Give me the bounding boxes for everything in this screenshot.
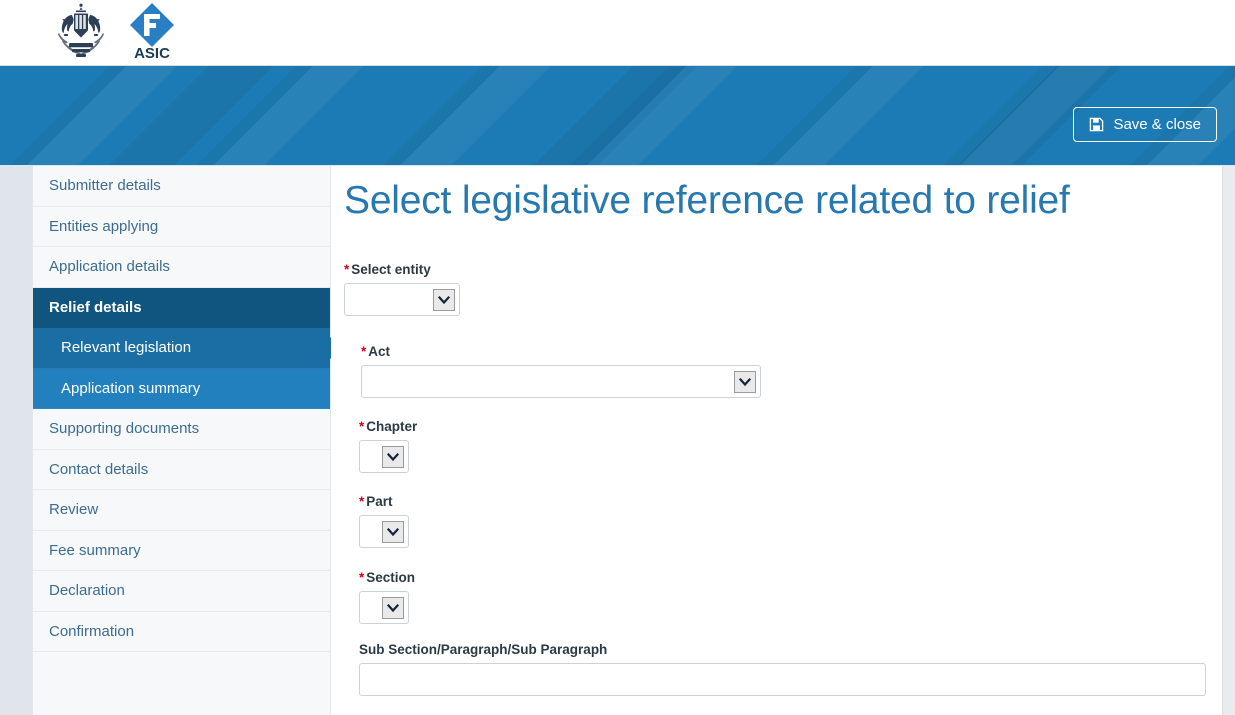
sidebar-filler [33, 652, 330, 712]
sidebar-item-label: Application summary [61, 379, 201, 397]
field-label-text: Sub Section/Paragraph/Sub Paragraph [359, 642, 608, 657]
required-asterisk-icon: * [359, 419, 365, 434]
save-and-close-button[interactable]: Save & close [1073, 107, 1217, 142]
field-label-act: * Act [361, 344, 761, 359]
banner-stripe-pattern-secondary [0, 66, 1235, 165]
field-group-subsection: Sub Section/Paragraph/Sub Paragraph [359, 642, 1206, 696]
sidebar-item-label: Submitter details [49, 177, 161, 195]
subsection-input[interactable] [359, 663, 1206, 696]
svg-text:ASIC: ASIC [134, 45, 170, 60]
field-group-chapter: * Chapter [359, 419, 417, 473]
sidebar-item-relief-details[interactable]: Relief details [33, 287, 330, 328]
field-label-text: Chapter [366, 419, 418, 434]
asic-logo-icon: ASIC [130, 3, 174, 60]
save-and-close-label: Save & close [1113, 116, 1201, 133]
chevron-down-icon [382, 445, 404, 468]
field-label-chapter: * Chapter [359, 419, 417, 434]
chevron-down-icon [382, 596, 404, 619]
sidebar-item-label: Relief details [49, 298, 142, 316]
field-label-text: Section [366, 570, 416, 585]
sidebar-item-application-details[interactable]: Application details [33, 247, 330, 288]
page-title: Select legislative reference related to … [344, 179, 1070, 222]
required-asterisk-icon: * [359, 570, 365, 585]
required-asterisk-icon: * [359, 494, 365, 509]
sidebar-item-label: Application details [49, 258, 170, 276]
brand-logo-group: ASIC [45, 2, 175, 60]
sidebar-item-label: Entities applying [49, 217, 159, 235]
field-label-text: Part [366, 494, 393, 509]
sidebar-item-label: Contact details [49, 460, 149, 478]
field-label-text: Select entity [351, 262, 431, 277]
sidebar-item-submitter-details[interactable]: Submitter details [33, 166, 330, 207]
field-label-part: * Part [359, 494, 409, 509]
sidebar-item-label: Review [49, 501, 99, 519]
act-dropdown[interactable] [361, 365, 761, 398]
sidebar-item-relevant-legislation[interactable]: Relevant legislation [33, 328, 342, 369]
sidebar-item-entities-applying[interactable]: Entities applying [33, 206, 330, 247]
field-group-part: * Part [359, 494, 409, 548]
sidebar-item-label: Declaration [49, 582, 125, 600]
save-floppy-icon [1090, 117, 1104, 132]
sidebar-item-confirmation[interactable]: Confirmation [33, 611, 330, 652]
field-group-section: * Section [359, 570, 415, 624]
sidebar-item-label: Confirmation [49, 622, 135, 640]
field-group-act: * Act [361, 344, 761, 398]
chevron-down-icon [734, 370, 756, 393]
part-dropdown[interactable] [359, 515, 409, 548]
application-step-sidebar: Submitter details Entities applying Appl… [32, 166, 342, 715]
field-label-subsection: Sub Section/Paragraph/Sub Paragraph [359, 642, 1206, 657]
field-label-text: Act [368, 344, 391, 359]
logo-bar: ASIC [0, 0, 1235, 66]
right-gutter [1222, 166, 1235, 715]
sidebar-item-label: Relevant legislation [61, 339, 192, 357]
sidebar-item-application-summary[interactable]: Application summary [33, 368, 330, 409]
page-banner: Save & close [0, 66, 1235, 165]
required-asterisk-icon: * [361, 344, 367, 359]
chevron-down-icon [433, 288, 455, 311]
sidebar-item-label: Fee summary [49, 541, 141, 559]
sidebar-item-fee-summary[interactable]: Fee summary [33, 530, 330, 571]
australian-coat-of-arms-icon [58, 3, 104, 57]
sidebar-item-contact-details[interactable]: Contact details [33, 449, 330, 490]
main-content: Select legislative reference related to … [331, 166, 1222, 715]
sidebar-item-label: Supporting documents [49, 420, 200, 438]
sidebar-item-declaration[interactable]: Declaration [33, 571, 330, 612]
select-entity-dropdown[interactable] [344, 283, 460, 316]
chapter-dropdown[interactable] [359, 440, 409, 473]
field-label-select-entity: * Select entity [344, 262, 460, 277]
sidebar-item-review[interactable]: Review [33, 490, 330, 531]
sidebar-item-supporting-documents[interactable]: Supporting documents [33, 409, 330, 450]
section-dropdown[interactable] [359, 591, 409, 624]
field-group-select-entity: * Select entity [344, 262, 460, 316]
field-label-section: * Section [359, 570, 415, 585]
required-asterisk-icon: * [344, 262, 350, 277]
chevron-down-icon [382, 520, 404, 543]
